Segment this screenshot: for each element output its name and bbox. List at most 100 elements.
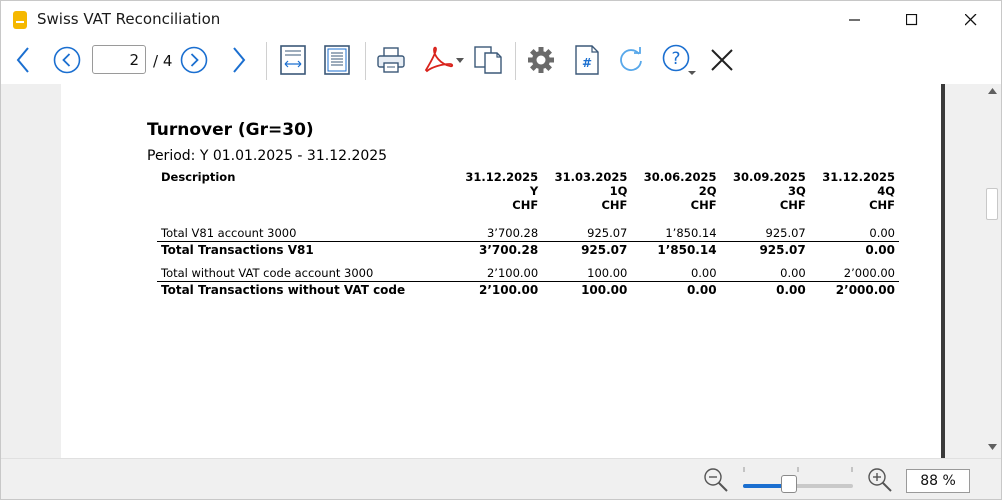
- page-number-input[interactable]: [92, 45, 146, 74]
- page-number-settings-button[interactable]: #: [571, 43, 603, 77]
- column-header-q4: 31.12.2025 4Q CHF: [822, 170, 895, 212]
- refresh-icon: [620, 47, 642, 71]
- help-button[interactable]: ?: [659, 43, 699, 77]
- fit-page-icon: [324, 45, 350, 75]
- row-label: Total without VAT code account 3000: [157, 264, 453, 282]
- cell-value: 0.00: [809, 224, 899, 242]
- page-number-icon: #: [575, 45, 599, 75]
- cell-value: 0.00: [686, 283, 717, 297]
- maximize-icon: [906, 13, 918, 25]
- column-header-q3: 30.09.2025 3Q CHF: [732, 170, 806, 212]
- title-bar: Swiss VAT Reconciliation: [1, 1, 1001, 38]
- toolbar-separator: [266, 42, 267, 80]
- zoom-slider-thumb[interactable]: [781, 475, 798, 493]
- table-total-row: Total Transactions V81 3’700.28 925.07 1…: [157, 242, 899, 262]
- maximize-button[interactable]: [889, 1, 935, 38]
- cell-value: 925.07: [581, 243, 628, 257]
- table-total-row: Total Transactions without VAT code 2’10…: [157, 282, 899, 302]
- fit-width-button[interactable]: [277, 43, 309, 77]
- minimize-icon: [849, 18, 860, 21]
- app-logo-icon: [13, 11, 27, 29]
- zoom-slider-ticks: [743, 467, 853, 472]
- cell-value: 925.07: [720, 224, 810, 242]
- forward-arrow-icon: [233, 47, 246, 73]
- svg-text:?: ?: [671, 49, 680, 69]
- cell-value: 0.00: [631, 264, 721, 282]
- refresh-button[interactable]: [615, 43, 647, 77]
- report-viewer: Turnover (Gr=30) Period: Y 01.01.2025 - …: [1, 84, 1001, 458]
- scroll-down-icon[interactable]: [988, 444, 997, 450]
- window-title: Swiss VAT Reconciliation: [37, 10, 221, 28]
- close-window-icon: [965, 13, 977, 25]
- pdf-icon: [424, 46, 464, 73]
- cell-value: 925.07: [759, 243, 806, 257]
- settings-button[interactable]: [524, 43, 558, 77]
- print-icon: [377, 47, 405, 73]
- back-arrow-icon: [16, 47, 29, 73]
- next-page-button[interactable]: [178, 43, 210, 77]
- column-header-q2: 30.06.2025 2Q CHF: [643, 170, 717, 212]
- cell-value: 2’100.00: [478, 283, 539, 297]
- row-label: Total V81 account 3000: [157, 224, 453, 242]
- next-page-icon: [180, 46, 208, 74]
- zoom-value-field[interactable]: 88 %: [906, 469, 970, 493]
- close-window-button[interactable]: [948, 1, 994, 38]
- column-header-description: Description: [161, 170, 236, 184]
- cell-value: 100.00: [542, 264, 632, 282]
- cell-value: 3’700.28: [478, 243, 539, 257]
- cell-value: 1’850.14: [657, 243, 717, 257]
- cell-value: 1’850.14: [631, 224, 721, 242]
- copy-button[interactable]: [471, 43, 505, 77]
- zoom-out-icon: [704, 468, 728, 492]
- row-label: Total Transactions V81: [161, 243, 314, 257]
- cell-value: 0.00: [776, 283, 806, 297]
- app-window: Swiss VAT Reconciliation / 4: [0, 0, 1002, 500]
- zoom-out-button[interactable]: [701, 463, 731, 497]
- page-total-label: / 4: [153, 52, 173, 70]
- toolbar-separator: [515, 42, 516, 80]
- cell-value: 2’100.00: [453, 264, 543, 282]
- table-header-row: Description 31.12.2025 Y CHF 31.03.2025 1Q C…: [157, 168, 899, 212]
- copy-icon: [474, 46, 502, 74]
- fit-page-button[interactable]: [321, 43, 353, 77]
- zoom-bar: 88 %: [1, 458, 1001, 499]
- print-button[interactable]: [374, 43, 408, 77]
- turnover-table: Description 31.12.2025 Y CHF 31.03.2025 1Q C…: [157, 168, 899, 301]
- toolbar-separator: [365, 42, 366, 80]
- zoom-in-button[interactable]: [865, 463, 895, 497]
- scroll-up-icon[interactable]: [988, 88, 997, 94]
- close-icon: [711, 49, 733, 71]
- cell-value: 100.00: [581, 283, 628, 297]
- cell-value: 0.00: [865, 243, 895, 257]
- report-title: Turnover (Gr=30): [147, 120, 314, 140]
- cell-value: 0.00: [720, 264, 810, 282]
- report-period: Period: Y 01.01.2025 - 31.12.2025: [147, 148, 388, 164]
- column-header-q1: 31.03.2025 1Q CHF: [554, 170, 628, 212]
- column-header-year: 31.12.2025 Y CHF: [465, 170, 539, 212]
- minimize-button[interactable]: [832, 1, 878, 38]
- cell-value: 925.07: [542, 224, 632, 242]
- cell-value: 3’700.28: [453, 224, 543, 242]
- zoom-in-icon: [868, 468, 892, 492]
- settings-icon: [528, 47, 554, 73]
- cell-value: 2’000.00: [835, 283, 895, 297]
- report-page: Turnover (Gr=30) Period: Y 01.01.2025 - …: [61, 84, 941, 458]
- svg-text:#: #: [582, 56, 592, 70]
- close-report-button[interactable]: [707, 43, 737, 77]
- cell-value: 2’000.00: [809, 264, 899, 282]
- zoom-slider[interactable]: [743, 484, 853, 488]
- viewer-background: [945, 84, 983, 458]
- table-row: Total without VAT code account 3000 2’10…: [157, 264, 899, 282]
- forward-button[interactable]: [227, 43, 251, 77]
- fit-width-icon: [280, 45, 306, 75]
- back-button[interactable]: [11, 43, 35, 77]
- scrollbar-thumb[interactable]: [986, 188, 998, 220]
- previous-page-button[interactable]: [51, 43, 83, 77]
- vertical-scrollbar[interactable]: [983, 84, 1001, 458]
- row-label: Total Transactions without VAT code: [161, 283, 406, 297]
- previous-page-icon: [53, 46, 81, 74]
- help-icon: ?: [662, 44, 696, 75]
- toolbar: / 4: [1, 38, 1001, 84]
- viewer-background: [1, 84, 61, 458]
- pdf-export-button[interactable]: [421, 43, 465, 77]
